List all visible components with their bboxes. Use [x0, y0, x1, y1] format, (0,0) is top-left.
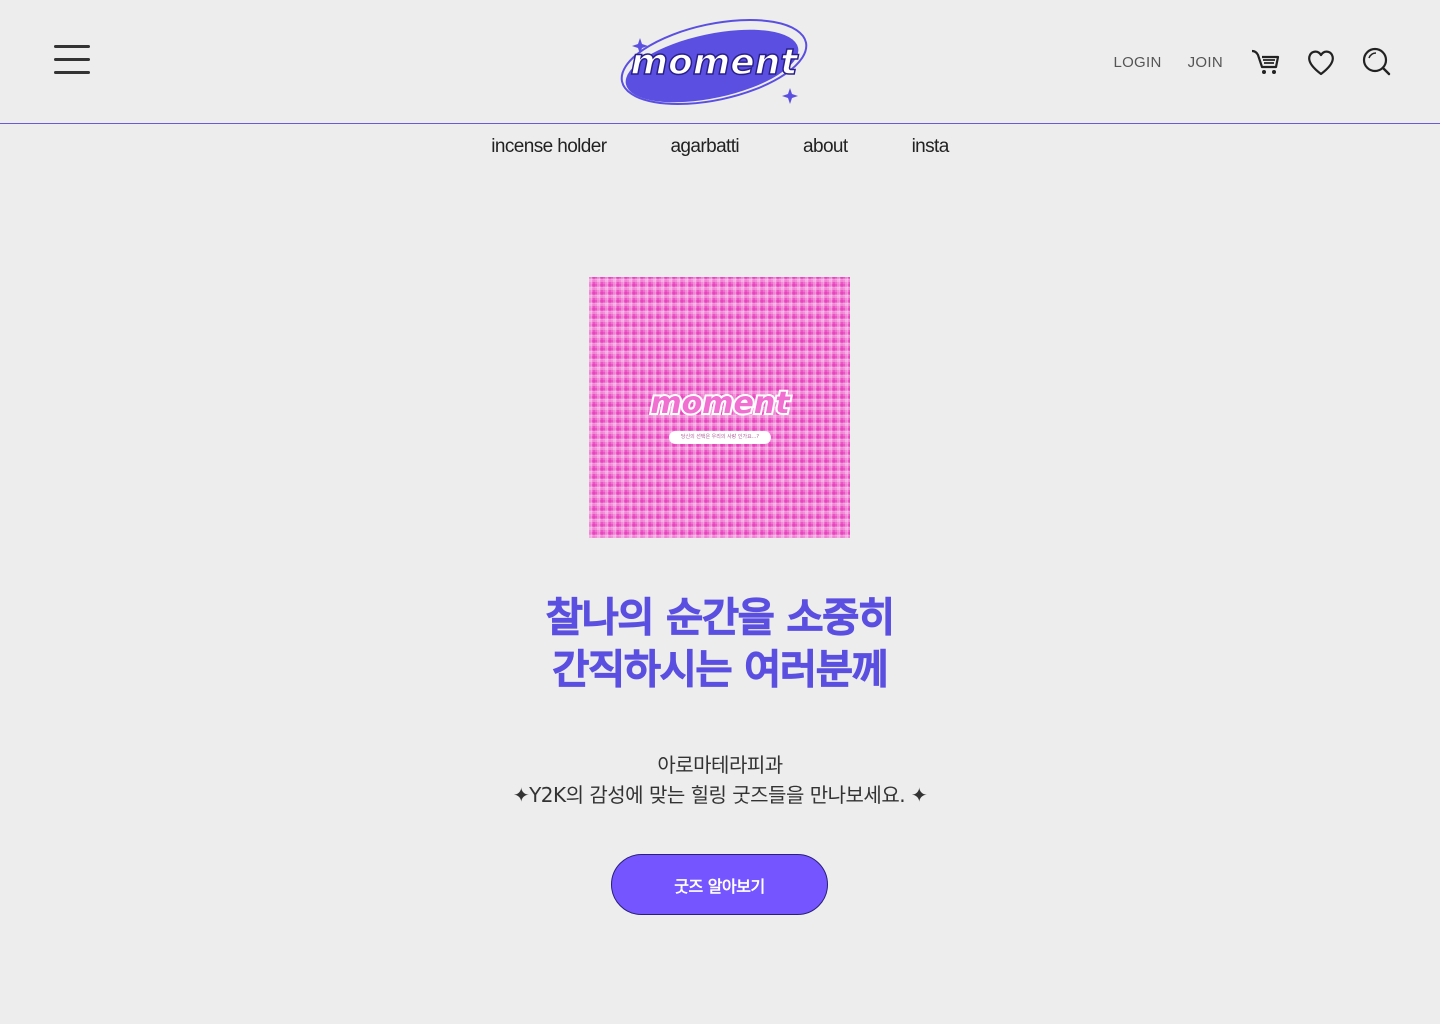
hero-image-logo: moment	[648, 384, 793, 423]
hero-headline: 찰나의 순간을 소중히 간직하시는 여러분께	[0, 592, 1440, 696]
hero-image-caption: 당신의 선택은 우리의 사랑 인가요...?	[669, 431, 771, 444]
hero-subtext: 아로마테라피과 ✦Y2K의 감성에 맞는 힐링 굿즈들을 만나보세요. ✦	[0, 750, 1440, 810]
nav-item-insta[interactable]: insta	[912, 136, 950, 158]
subtext-line-2: ✦Y2K의 감성에 맞는 힐링 굿즈들을 만나보세요. ✦	[512, 783, 928, 807]
logo-text: moment	[630, 42, 799, 83]
utility-menu: LOGIN JOIN	[1113, 44, 1392, 80]
hero-image: moment 당신의 선택은 우리의 사랑 인가요...?	[589, 277, 850, 538]
explore-goods-button[interactable]: 굿즈 알아보기	[611, 854, 828, 915]
site-logo[interactable]: moment	[614, 14, 814, 110]
join-link[interactable]: JOIN	[1188, 54, 1223, 71]
main-nav: incense holder agarbatti about insta	[0, 132, 1440, 162]
nav-item-about[interactable]: about	[803, 136, 848, 158]
hero-image-logo-text: moment	[650, 386, 791, 421]
nav-item-agarbatti[interactable]: agarbatti	[670, 136, 739, 158]
cart-icon[interactable]	[1250, 46, 1282, 78]
search-icon[interactable]	[1360, 46, 1392, 78]
headline-line-2: 간직하시는 여러분께	[552, 647, 889, 694]
menu-icon[interactable]	[54, 45, 90, 77]
nav-item-incense-holder[interactable]: incense holder	[491, 136, 607, 158]
headline-line-1: 찰나의 순간을 소중히	[545, 595, 895, 642]
site-header: moment LOGIN JOIN	[0, 0, 1440, 124]
subtext-line-1: 아로마테라피과	[657, 753, 783, 777]
heart-icon[interactable]	[1305, 46, 1337, 78]
login-link[interactable]: LOGIN	[1113, 54, 1161, 71]
